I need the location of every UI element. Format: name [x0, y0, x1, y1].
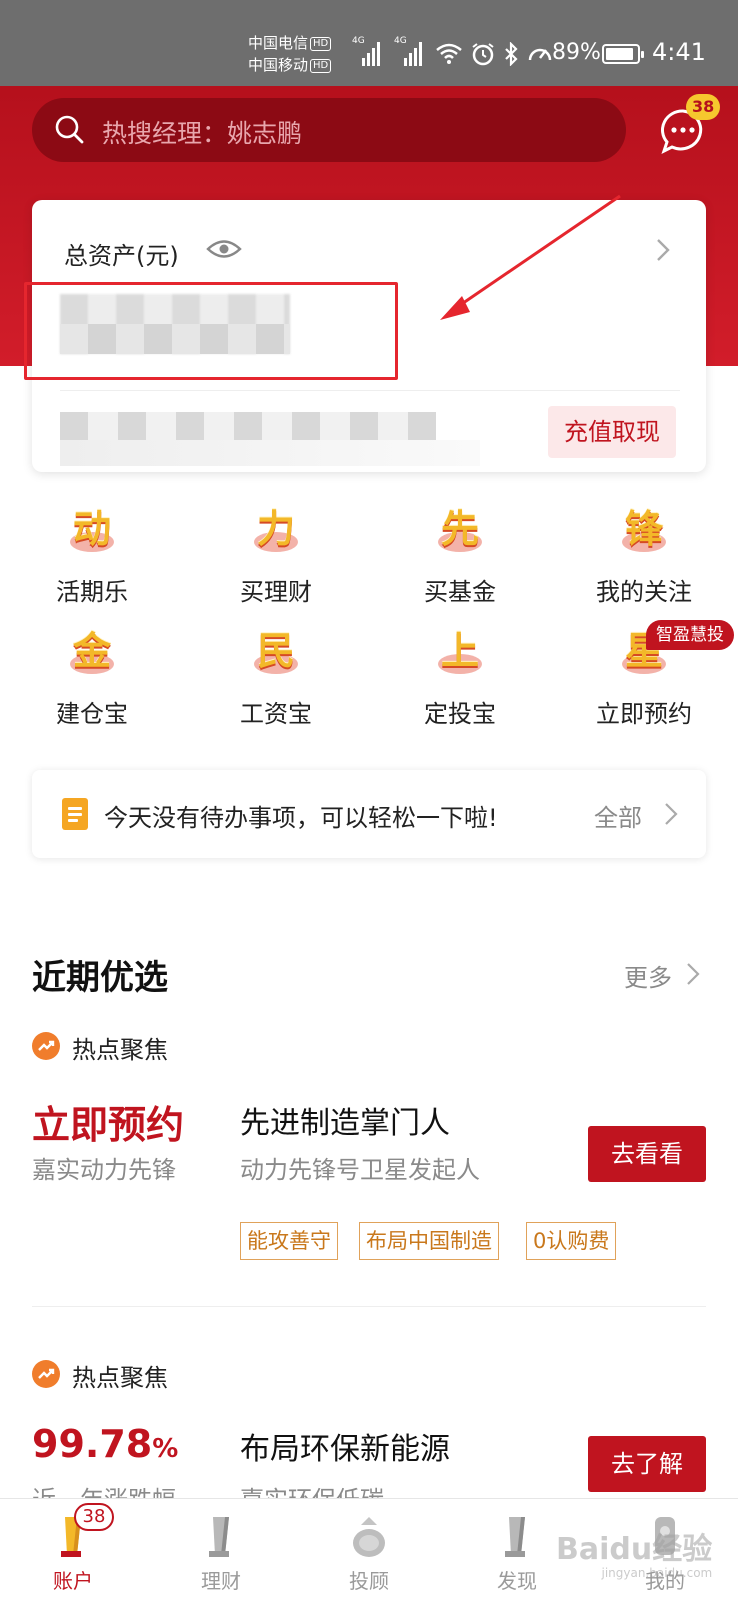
todo-all-link[interactable]: 全部 — [594, 798, 642, 833]
product-title: 布局环保新能源 — [240, 1432, 450, 1467]
watermark-url: jingyan.baidu.com — [601, 1566, 713, 1580]
hd-badge: HD — [310, 58, 332, 73]
shortcut-item[interactable]: 锋 我的关注 — [552, 496, 736, 612]
highlight-subtitle: 近一年涨跌幅 — [32, 1486, 176, 1500]
network-type: 4G — [352, 36, 365, 46]
status-icons — [436, 40, 553, 68]
tab-label: 投顾 — [349, 1569, 389, 1593]
tab-badge: 38 — [74, 1503, 114, 1531]
chevron-right-icon — [665, 803, 678, 825]
more-link[interactable]: 更多 — [624, 958, 672, 993]
product-title: 先进制造掌门人 — [240, 1106, 450, 1141]
speed-icon — [528, 48, 552, 61]
search-icon — [55, 115, 84, 144]
carrier-1: 中国电信 — [248, 34, 309, 52]
asset-card[interactable]: 总资产(元) 充值取现 — [24, 200, 706, 472]
go-see-button[interactable]: 去看看 — [588, 1126, 706, 1182]
shortcut-label: 工资宝 — [240, 700, 312, 728]
coin-icon: 动 — [66, 506, 118, 558]
divider — [60, 390, 680, 391]
shortcut-label: 立即预约 — [596, 700, 692, 728]
todo-text: 今天没有待办事项，可以轻松一下啦! — [104, 804, 498, 832]
shortcut-label: 我的关注 — [596, 578, 692, 606]
total-assets-label: 总资产(元) — [64, 242, 179, 270]
signal-icon: 4G — [394, 36, 426, 66]
category-label: 热点聚焦 — [72, 1036, 168, 1064]
shortcut-label: 建仓宝 — [56, 700, 128, 728]
coin-icon: 上 — [434, 628, 486, 680]
battery-fill — [606, 48, 633, 60]
return-rate-value: 99.78 — [32, 1422, 153, 1466]
advisor-tab-icon — [353, 1517, 385, 1557]
return-rate: 99.78% — [32, 1422, 178, 1466]
wealth-tab-icon — [209, 1517, 229, 1557]
discover-tab-icon — [505, 1517, 525, 1557]
highlight-subtitle: 嘉实动力先锋 — [32, 1156, 176, 1184]
shortcut-item[interactable]: 上 定投宝 — [368, 618, 552, 734]
alarm-icon — [472, 43, 494, 66]
tab-account[interactable]: 38 账户 — [0, 1499, 146, 1600]
highlight-box — [24, 282, 398, 380]
bluetooth-icon — [505, 42, 518, 66]
product-tag: 能攻善守 — [240, 1222, 338, 1260]
shortcut-label: 买基金 — [424, 578, 496, 606]
smart-invest-badge: 智盈慧投 — [646, 620, 734, 650]
carrier-info: 中国电信 HD 中国移动 HD — [248, 32, 332, 76]
search-placeholder: 热搜经理：姚志鹏 — [102, 119, 303, 148]
eye-icon[interactable] — [206, 238, 242, 260]
shortcut-label: 活期乐 — [56, 578, 128, 606]
signal-icon: 4G — [352, 36, 384, 66]
shortcut-item[interactable]: 动 活期乐 — [0, 496, 184, 612]
trend-icon — [32, 1360, 60, 1388]
shortcut-grid: 动 活期乐 力 买理财 先 买基金 锋 我的关注 金 建仓宝 民 工资宝 上 定… — [0, 496, 738, 746]
category-label: 热点聚焦 — [72, 1364, 168, 1392]
coin-icon: 力 — [250, 506, 302, 558]
shortcut-item[interactable]: 金 建仓宝 — [0, 618, 184, 734]
watermark-text: Baidu经验 — [556, 1532, 713, 1567]
shortcut-item[interactable]: 民 工资宝 — [184, 618, 368, 734]
battery-icon — [602, 44, 644, 64]
todo-bar[interactable]: 今天没有待办事项，可以轻松一下啦! 全部 — [32, 770, 706, 858]
document-icon — [62, 798, 88, 830]
coin-icon: 先 — [434, 506, 486, 558]
hd-badge: HD — [310, 36, 332, 51]
search-bar[interactable]: 热搜经理：姚志鹏 — [32, 98, 626, 162]
recharge-withdraw-button[interactable]: 充值取现 — [548, 406, 676, 458]
chevron-right-icon — [687, 963, 700, 985]
coin-icon: 锋 — [618, 506, 670, 558]
highlight-text: 立即预约 — [32, 1103, 185, 1147]
app-screen: 中国电信 HD 中国移动 HD 4G 4G 89% 4:41 热搜经理：姚志鹏 38… — [0, 0, 738, 1600]
yesterday-income-blurred — [60, 440, 480, 466]
trend-icon — [32, 1032, 60, 1060]
clock: 4:41 — [652, 38, 706, 66]
wifi-icon — [436, 43, 462, 64]
coin-icon: 金 — [66, 628, 118, 680]
shortcut-label: 定投宝 — [424, 700, 496, 728]
section-title: 近期优选 — [32, 958, 168, 998]
product-tag: 布局中国制造 — [359, 1222, 499, 1260]
battery-percent: 89% — [552, 40, 601, 65]
carrier-2: 中国移动 — [248, 56, 309, 74]
message-badge: 38 — [686, 94, 721, 120]
divider — [32, 1306, 706, 1307]
chevron-right-icon[interactable] — [656, 238, 670, 262]
watermark: Baidu经验 jingyan.baidu.com — [556, 1524, 712, 1580]
return-rate-unit: % — [152, 1434, 179, 1464]
shortcut-label: 买理财 — [240, 578, 312, 606]
learn-more-button[interactable]: 去了解 — [588, 1436, 706, 1492]
yesterday-income-blurred — [60, 412, 436, 440]
product-subtitle: 动力先锋号卫星发起人 — [240, 1156, 480, 1184]
tab-label: 账户 — [53, 1569, 93, 1593]
network-type: 4G — [394, 36, 407, 46]
shortcut-item[interactable]: 力 买理财 — [184, 496, 368, 612]
tab-label: 理财 — [201, 1569, 241, 1593]
tab-advisor[interactable]: 投顾 — [296, 1499, 442, 1600]
status-bar: 中国电信 HD 中国移动 HD 4G 4G 89% 4:41 — [0, 0, 738, 86]
tab-wealth[interactable]: 理财 — [148, 1499, 294, 1600]
product-tag: 0认购费 — [526, 1222, 617, 1260]
coin-icon: 民 — [250, 628, 302, 680]
product-subtitle: 嘉实环保低碳 — [240, 1486, 384, 1500]
shortcut-item[interactable]: 先 买基金 — [368, 496, 552, 612]
